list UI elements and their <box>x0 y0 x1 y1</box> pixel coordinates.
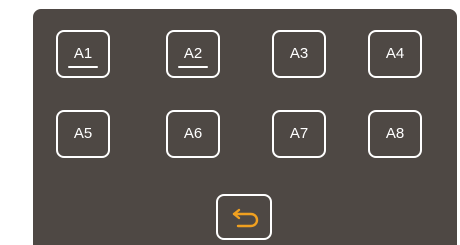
slot-button-a3[interactable]: A3 <box>272 30 326 78</box>
slot-label-a2: A2 <box>183 45 203 62</box>
return-arrow-icon <box>232 208 259 228</box>
slot-label-a7: A7 <box>289 125 309 142</box>
slot-button-a6[interactable]: A6 <box>166 110 220 158</box>
slot-button-a2[interactable]: A2 <box>166 30 220 78</box>
slot-selection-panel: A1 A2 A3 A4 A5 A6 A7 A8 <box>33 9 457 245</box>
slot-button-a1[interactable]: A1 <box>56 30 110 78</box>
slot-label-a3: A3 <box>289 45 309 62</box>
slot-button-a7[interactable]: A7 <box>272 110 326 158</box>
back-button[interactable] <box>216 194 272 240</box>
slot-button-a4[interactable]: A4 <box>368 30 422 78</box>
selected-indicator-a1 <box>68 66 98 68</box>
slot-label-a5: A5 <box>73 125 93 142</box>
slot-label-a4: A4 <box>385 45 405 62</box>
slot-button-a5[interactable]: A5 <box>56 110 110 158</box>
slot-label-a1: A1 <box>73 45 93 62</box>
slot-label-a8: A8 <box>385 125 405 142</box>
slot-label-a6: A6 <box>183 125 203 142</box>
selected-indicator-a2 <box>178 66 208 68</box>
slot-button-a8[interactable]: A8 <box>368 110 422 158</box>
